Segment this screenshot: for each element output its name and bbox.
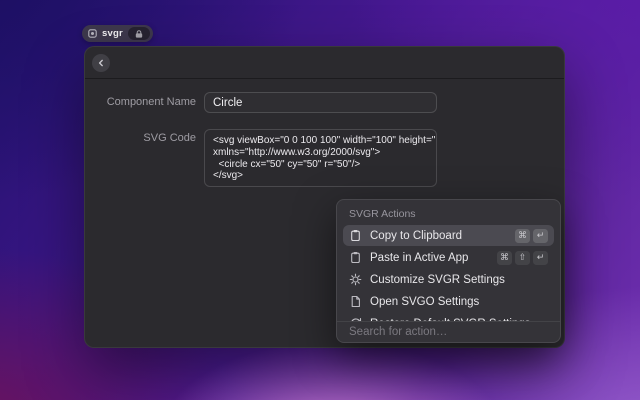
action-search-bar bbox=[337, 322, 560, 342]
lock-icon bbox=[134, 29, 144, 39]
action-search-input[interactable] bbox=[337, 322, 560, 342]
window-header bbox=[85, 47, 564, 79]
action-open-svgo-settings[interactable]: Open SVGO Settings bbox=[343, 291, 554, 312]
cmd-key: ⌘ bbox=[515, 229, 530, 243]
svg-code-textarea[interactable]: <svg viewBox="0 0 100 100" width="100" h… bbox=[204, 129, 437, 187]
action-paste-in-active-app[interactable]: Paste in Active App ⌘ ⇧ ↵ bbox=[343, 247, 554, 268]
file-icon bbox=[349, 295, 362, 308]
action-label: Paste in Active App bbox=[370, 252, 489, 264]
component-name-label: Component Name bbox=[85, 92, 196, 112]
clipboard-icon bbox=[349, 251, 362, 264]
lock-badge bbox=[128, 27, 150, 40]
action-customize-svgr-settings[interactable]: Customize SVGR Settings bbox=[343, 269, 554, 290]
gear-icon bbox=[349, 273, 362, 286]
action-copy-to-clipboard[interactable]: Copy to Clipboard ⌘ ↵ bbox=[343, 225, 554, 246]
extension-tag: svgr bbox=[82, 25, 153, 42]
return-key: ↵ bbox=[533, 229, 548, 243]
svg-code-line: xmlns="http://www.w3.org/2000/svg"> bbox=[213, 147, 428, 159]
chevron-left-icon bbox=[96, 58, 106, 68]
action-label: Copy to Clipboard bbox=[370, 230, 507, 242]
shift-key: ⇧ bbox=[515, 251, 530, 265]
desktop-background: svgr Component Name SVG Code <svg viewBo… bbox=[0, 0, 640, 400]
action-restore-default-svgr-settings[interactable]: Restore Default SVGR Settings bbox=[343, 313, 554, 321]
svg-code-label: SVG Code bbox=[85, 131, 196, 145]
actions-panel-title: SVGR Actions bbox=[337, 200, 560, 225]
back-button[interactable] bbox=[92, 54, 110, 72]
extension-name: svgr bbox=[102, 28, 123, 39]
action-label: Customize SVGR Settings bbox=[370, 274, 548, 286]
return-key: ↵ bbox=[533, 251, 548, 265]
svg-code-line: <circle cx="50" cy="50" r="50"/> bbox=[213, 159, 428, 171]
svg-code-line: </svg> bbox=[213, 170, 428, 182]
action-label: Open SVGO Settings bbox=[370, 296, 548, 308]
shortcut-keys: ⌘ ↵ bbox=[515, 229, 548, 243]
clipboard-icon bbox=[349, 229, 362, 242]
actions-list: Copy to Clipboard ⌘ ↵ Paste in Active Ap… bbox=[337, 225, 560, 321]
component-name-input[interactable] bbox=[204, 92, 437, 113]
svgr-app-icon bbox=[88, 29, 97, 38]
shortcut-keys: ⌘ ⇧ ↵ bbox=[497, 251, 548, 265]
actions-panel: SVGR Actions Copy to Clipboard ⌘ ↵ bbox=[336, 199, 561, 343]
svg-code-line: <svg viewBox="0 0 100 100" width="100" h… bbox=[213, 135, 428, 147]
cmd-key: ⌘ bbox=[497, 251, 512, 265]
